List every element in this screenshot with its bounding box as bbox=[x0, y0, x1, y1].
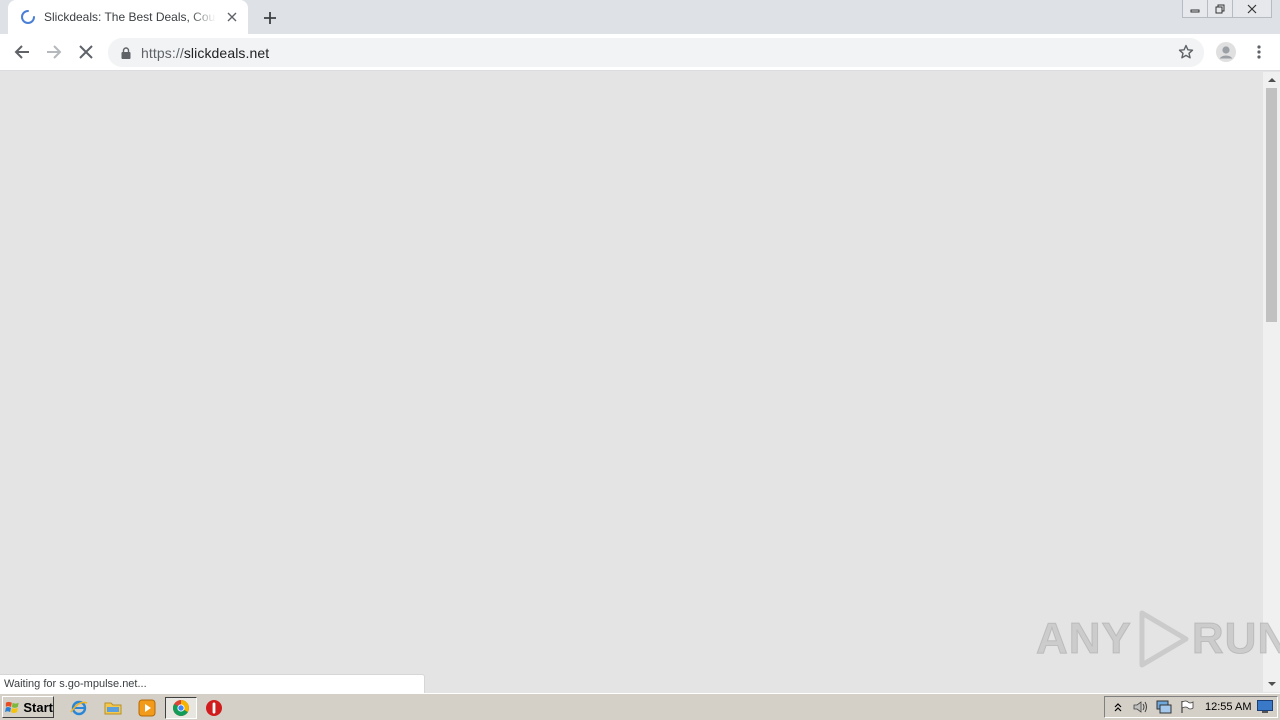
minimize-button[interactable] bbox=[1182, 0, 1208, 18]
kebab-menu-icon bbox=[1257, 45, 1261, 59]
media-player-icon[interactable] bbox=[136, 697, 158, 719]
scroll-up-arrow-icon[interactable] bbox=[1263, 72, 1280, 88]
network-icon[interactable] bbox=[1154, 698, 1174, 716]
start-button[interactable]: Start bbox=[2, 696, 54, 718]
file-explorer-icon[interactable] bbox=[102, 697, 124, 719]
internet-explorer-icon[interactable] bbox=[68, 697, 90, 719]
watermark-text-right: RUN bbox=[1191, 614, 1280, 664]
loading-spinner-icon bbox=[21, 10, 35, 24]
anyrun-watermark: ANY RUN bbox=[1036, 606, 1280, 672]
stop-icon[interactable] bbox=[203, 697, 225, 719]
tab-title: Slickdeals: The Best Deals, Coupons bbox=[44, 10, 216, 24]
show-desktop-icon[interactable] bbox=[1257, 700, 1273, 714]
status-bubble: Waiting for s.go-mpulse.net... bbox=[0, 674, 425, 693]
watermark-text-left: ANY bbox=[1036, 614, 1132, 664]
close-window-button[interactable] bbox=[1232, 0, 1272, 18]
scrollbar-thumb[interactable] bbox=[1266, 88, 1277, 322]
vertical-scrollbar[interactable] bbox=[1263, 72, 1280, 692]
forward-button[interactable] bbox=[40, 38, 68, 66]
taskbar-clock[interactable]: 12:55 AM bbox=[1205, 701, 1251, 713]
taskbar: Start 12:55 AM bbox=[0, 693, 1280, 720]
browser-toolbar: https://slickdeals.net bbox=[0, 34, 1280, 71]
browser-tab[interactable]: Slickdeals: The Best Deals, Coupons bbox=[8, 0, 248, 34]
new-tab-button[interactable] bbox=[258, 6, 282, 30]
page-viewport[interactable] bbox=[0, 72, 1263, 692]
volume-icon[interactable] bbox=[1131, 698, 1151, 716]
plus-icon bbox=[264, 12, 276, 24]
minimize-icon bbox=[1190, 9, 1200, 12]
close-icon bbox=[1247, 4, 1257, 13]
window-controls bbox=[1182, 0, 1272, 18]
action-center-flag-icon[interactable] bbox=[1177, 698, 1197, 716]
scroll-down-arrow-icon[interactable] bbox=[1263, 676, 1280, 692]
url-host: slickdeals.net bbox=[183, 44, 270, 61]
back-button[interactable] bbox=[8, 38, 36, 66]
arrow-right-icon bbox=[47, 45, 62, 59]
address-url[interactable]: https://slickdeals.net bbox=[141, 45, 269, 61]
restore-icon bbox=[1215, 4, 1225, 13]
play-logo-icon bbox=[1139, 610, 1189, 668]
restore-button[interactable] bbox=[1207, 0, 1233, 18]
system-tray: 12:55 AM bbox=[1104, 696, 1278, 718]
chrome-icon[interactable] bbox=[165, 697, 197, 719]
address-bar[interactable]: https://slickdeals.net bbox=[108, 38, 1204, 67]
menu-button[interactable] bbox=[1245, 38, 1273, 66]
stop-x-icon bbox=[79, 45, 93, 59]
profile-button[interactable] bbox=[1212, 38, 1240, 66]
stop-loading-button[interactable] bbox=[72, 38, 100, 66]
bookmark-star-icon[interactable] bbox=[1176, 42, 1196, 62]
avatar-icon bbox=[1216, 42, 1236, 62]
tab-close-icon[interactable] bbox=[224, 9, 240, 25]
tray-expand-icon[interactable] bbox=[1108, 698, 1128, 716]
url-scheme: https:// bbox=[141, 44, 184, 61]
tab-strip: Slickdeals: The Best Deals, Coupons bbox=[0, 0, 1280, 34]
arrow-left-icon bbox=[14, 45, 29, 59]
windows-flag-icon bbox=[5, 701, 19, 713]
lock-icon[interactable] bbox=[119, 46, 133, 60]
start-label: Start bbox=[23, 699, 53, 715]
